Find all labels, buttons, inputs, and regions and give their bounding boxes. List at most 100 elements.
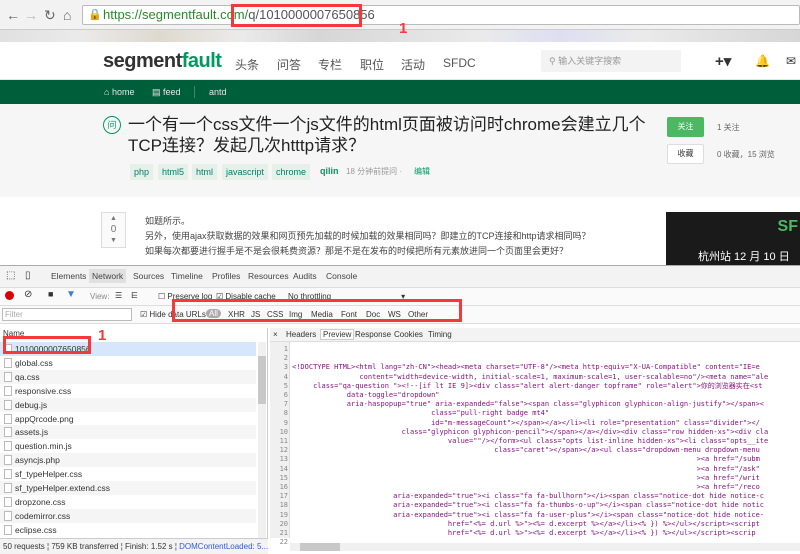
nav-item[interactable]: 专栏 bbox=[318, 56, 342, 73]
line-number: 16 bbox=[279, 483, 288, 491]
plus-icon[interactable]: +▾ bbox=[715, 52, 731, 70]
tag[interactable]: php bbox=[130, 164, 154, 180]
close-icon[interactable]: × bbox=[273, 330, 278, 339]
code-line: href="<%= d.url %>"><%= d.excerpt %></a>… bbox=[292, 529, 756, 537]
search-input[interactable]: ⚲ 输入关键字搜索 bbox=[541, 50, 681, 72]
tag[interactable]: html bbox=[192, 164, 218, 180]
file-icon bbox=[4, 399, 12, 410]
upvote-icon[interactable]: ▲ bbox=[102, 213, 125, 224]
file-icon bbox=[4, 496, 12, 507]
ad-banner[interactable]: SF 杭州站 12 月 10 日 bbox=[666, 212, 800, 267]
request-row[interactable]: qa.css bbox=[0, 369, 256, 384]
reload-icon[interactable]: ↻ bbox=[44, 7, 56, 24]
downvote-icon[interactable]: ▼ bbox=[102, 235, 125, 246]
tab-elements[interactable]: Elements bbox=[51, 271, 86, 281]
request-row[interactable]: dropzone.css bbox=[0, 494, 256, 509]
tab-timeline[interactable]: Timeline bbox=[171, 271, 203, 281]
inspect-icon[interactable]: ⬚ bbox=[6, 270, 15, 281]
code-line: class="glyphicon glyphicon-pencil"></spa… bbox=[292, 427, 769, 436]
back-icon[interactable]: ← bbox=[6, 7, 20, 23]
device-icon[interactable]: ▯ bbox=[25, 270, 31, 281]
line-number: 8 bbox=[283, 409, 288, 418]
request-row[interactable]: responsive.css bbox=[0, 383, 256, 398]
bell-icon[interactable]: 🔔 bbox=[755, 54, 770, 68]
code-line: ><a href="/writ bbox=[292, 473, 760, 482]
scrollbar-thumb[interactable] bbox=[258, 356, 266, 404]
clear-icon[interactable]: ⊘ bbox=[24, 289, 32, 300]
tab-audits[interactable]: Audits bbox=[293, 271, 317, 281]
tag[interactable]: chrome bbox=[272, 164, 311, 180]
tab-headers[interactable]: Headers bbox=[286, 330, 316, 339]
request-row[interactable]: question.min.js bbox=[0, 439, 256, 454]
line-number: 13 bbox=[279, 455, 288, 464]
request-row[interactable]: global.css bbox=[0, 355, 256, 370]
status-bar: 50 requests ¦ 759 KB transferred ¦ Finis… bbox=[0, 538, 268, 554]
nav-item[interactable]: 职位 bbox=[360, 56, 384, 73]
filter-icon[interactable]: ▼ bbox=[66, 289, 76, 300]
request-row[interactable]: sf_typeHelper.css bbox=[0, 467, 256, 482]
request-name: codemirror.css bbox=[15, 510, 71, 521]
tab-response[interactable]: Response bbox=[355, 330, 391, 339]
tag[interactable]: html5 bbox=[158, 164, 189, 180]
request-row[interactable]: sf_typeHelper.extend.css bbox=[0, 481, 256, 495]
request-name: global.css bbox=[15, 357, 53, 368]
sub-nav-label: feed bbox=[163, 87, 181, 97]
sub-nav-home[interactable]: ⌂ home bbox=[104, 80, 134, 104]
file-icon bbox=[4, 385, 12, 396]
address-bar[interactable]: 🔒 https://segmentfault.com/q/10100000076… bbox=[82, 5, 800, 25]
detail-tabbar: × Headers Preview Response Cookies Timin… bbox=[270, 328, 800, 342]
site-logo[interactable]: segmentfault bbox=[103, 50, 222, 73]
request-row[interactable]: asyncjs.php bbox=[0, 453, 256, 468]
scrollbar-thumb[interactable] bbox=[300, 543, 340, 551]
line-number: 21 bbox=[279, 529, 288, 537]
code-scrollbar[interactable] bbox=[290, 543, 800, 551]
nav-item[interactable]: SFDC bbox=[443, 56, 476, 70]
home-icon[interactable]: ⌂ bbox=[63, 7, 71, 23]
sub-nav-feed[interactable]: ▤ feed bbox=[152, 80, 181, 104]
sub-nav-divider bbox=[194, 86, 195, 98]
tab-cookies[interactable]: Cookies bbox=[394, 330, 423, 339]
filter-input[interactable]: Filter bbox=[2, 308, 132, 321]
question-body-line: 如果每次都要进行握手是不是会很耗费资源？那是不是在发布的时候把所有元素放进同一个… bbox=[145, 246, 569, 256]
request-row[interactable]: eclipse.css bbox=[0, 522, 256, 537]
search-icon: ⚲ bbox=[549, 56, 559, 66]
request-count: 50 requests bbox=[3, 542, 45, 551]
tab-console[interactable]: Console bbox=[326, 271, 357, 281]
tag[interactable]: javascript bbox=[222, 164, 269, 180]
author-link[interactable]: qilin bbox=[320, 166, 339, 176]
request-name: debug.js bbox=[15, 399, 48, 410]
waterfall-view-icon[interactable]: ⋿ bbox=[131, 291, 138, 300]
request-row[interactable]: appQrcode.png bbox=[0, 411, 256, 426]
edit-link[interactable]: 编辑 bbox=[414, 166, 430, 177]
request-name: sf_typeHelper.css bbox=[15, 469, 83, 480]
line-number: 2 bbox=[283, 354, 288, 363]
favorite-button[interactable]: 收藏 bbox=[667, 144, 704, 164]
tab-network[interactable]: Network bbox=[89, 269, 127, 283]
camera-icon[interactable]: ■ bbox=[48, 289, 53, 299]
forward-icon[interactable]: → bbox=[24, 7, 38, 23]
nav-item[interactable]: 活动 bbox=[401, 56, 425, 73]
mail-icon[interactable]: ✉ bbox=[786, 54, 796, 68]
request-row[interactable]: debug.js bbox=[0, 397, 256, 412]
request-row[interactable]: codemirror.css bbox=[0, 508, 256, 523]
request-name: sf_typeHelper.extend.css bbox=[15, 483, 110, 493]
line-number: 4 bbox=[283, 372, 288, 381]
nav-item[interactable]: 头条 bbox=[235, 56, 259, 73]
vote-count: 0 bbox=[110, 224, 117, 235]
tab-preview[interactable]: Preview bbox=[320, 329, 355, 340]
tab-timing[interactable]: Timing bbox=[428, 330, 452, 339]
tab-profiles[interactable]: Profiles bbox=[212, 271, 240, 281]
follow-button[interactable]: 关注 bbox=[667, 117, 704, 137]
tab-resources[interactable]: Resources bbox=[248, 271, 289, 281]
request-row[interactable]: assets.js bbox=[0, 425, 256, 440]
nav-item[interactable]: 问答 bbox=[277, 56, 301, 73]
request-name: assets.js bbox=[15, 427, 49, 438]
file-icon bbox=[4, 483, 12, 493]
record-icon[interactable] bbox=[5, 291, 14, 300]
list-view-icon[interactable]: ☰ bbox=[115, 291, 122, 300]
line-number: 3 bbox=[283, 363, 288, 372]
request-list-scrollbar[interactable] bbox=[258, 342, 266, 538]
tab-sources[interactable]: Sources bbox=[133, 271, 164, 281]
code-line: ><a href="/reco bbox=[292, 483, 760, 491]
sub-nav-tag[interactable]: antd bbox=[209, 80, 227, 104]
